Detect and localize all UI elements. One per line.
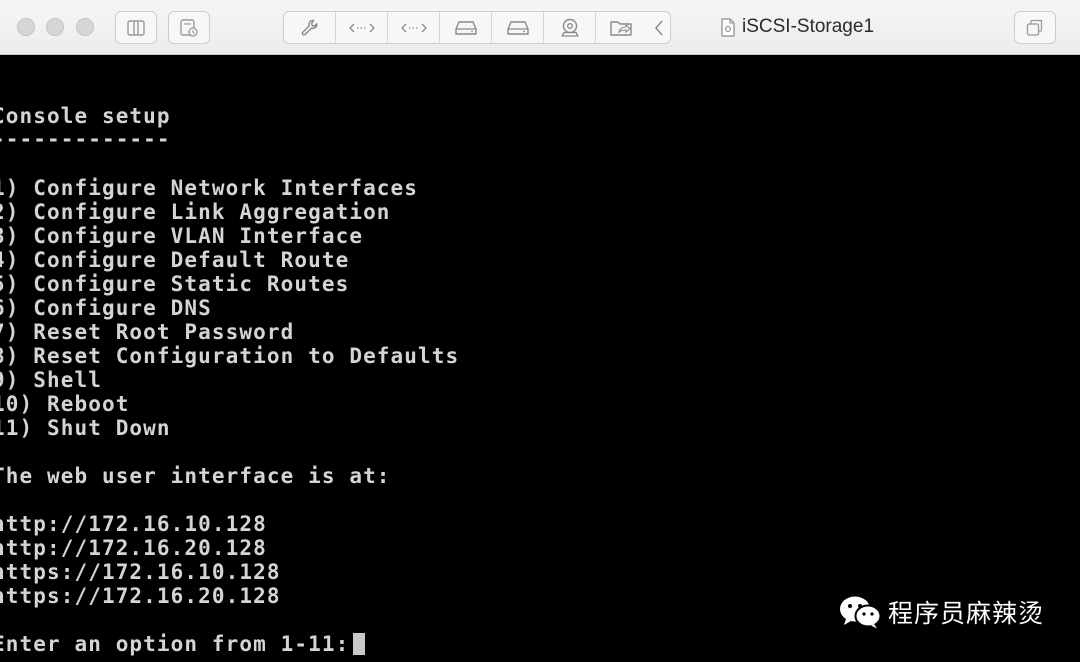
wechat-icon — [838, 594, 882, 630]
menu-option: 9) Shell — [0, 368, 102, 392]
hard-disk-2-button[interactable] — [492, 12, 544, 43]
web-ui-url: http://172.16.10.128 — [0, 512, 267, 536]
web-ui-label: The web user interface is at: — [0, 464, 391, 488]
menu-option: 3) Configure VLAN Interface — [0, 224, 364, 248]
zoom-window-button[interactable] — [76, 18, 94, 36]
fullscreen-icon — [1026, 19, 1044, 37]
hard-disk-icon — [454, 20, 477, 36]
code-arrows-icon — [400, 22, 427, 34]
window-title: iSCSI-Storage1 — [720, 15, 874, 39]
snapshot-icon — [179, 18, 199, 38]
vm-console[interactable]: Console setup ------------- 1) Configure… — [0, 56, 1080, 662]
chevron-left-icon — [654, 19, 664, 37]
network-adapter-2-button[interactable] — [388, 12, 440, 43]
document-icon — [720, 17, 736, 37]
device-toolbar — [283, 11, 671, 44]
sidebar-toggle-icon — [127, 19, 145, 36]
menu-option: 7) Reset Root Password — [0, 320, 295, 344]
hard-disk-1-button[interactable] — [440, 12, 492, 43]
menu-option: 4) Configure Default Route — [0, 248, 350, 272]
shared-folder-icon — [610, 19, 634, 37]
menu-option: 8) Reset Configuration to Defaults — [0, 344, 460, 368]
option-prompt-line[interactable]: Enter an option from 1-11: — [0, 632, 366, 656]
minimize-window-button[interactable] — [46, 18, 64, 36]
code-arrows-icon — [348, 22, 375, 34]
option-prompt: Enter an option from 1-11: — [0, 632, 350, 656]
vm-window: iSCSI-Storage1 Console setup -----------… — [0, 0, 1080, 662]
settings-button[interactable] — [284, 12, 336, 43]
menu-option: 10) Reboot — [0, 392, 130, 416]
web-ui-url: http://172.16.20.128 — [0, 536, 267, 560]
menu-option: 5) Configure Static Routes — [0, 272, 350, 296]
watermark: 程序员麻辣烫 — [838, 592, 1044, 632]
watermark-text: 程序员麻辣烫 — [888, 599, 1045, 628]
menu-option: 6) Configure DNS — [0, 296, 212, 320]
shared-folder-button[interactable] — [596, 12, 648, 43]
webcam-icon — [559, 18, 581, 38]
fullscreen-button[interactable] — [1014, 11, 1056, 44]
toolbar-collapse-button[interactable] — [648, 12, 670, 43]
console-heading: Console setup — [0, 104, 171, 128]
menu-option: 2) Configure Link Aggregation — [0, 200, 391, 224]
text-cursor — [353, 633, 366, 655]
close-window-button[interactable] — [17, 18, 35, 36]
menu-option: 1) Configure Network Interfaces — [0, 176, 419, 200]
camera-button[interactable] — [544, 12, 596, 43]
console-heading-underline: ------------- — [0, 127, 171, 151]
network-adapter-1-button[interactable] — [336, 12, 388, 43]
menu-option: 11) Shut Down — [0, 416, 171, 440]
snapshot-button[interactable] — [168, 11, 210, 44]
hard-disk-icon — [506, 20, 529, 36]
title-bar: iSCSI-Storage1 — [0, 0, 1080, 55]
web-ui-url: https://172.16.10.128 — [0, 560, 281, 584]
wrench-icon — [300, 18, 320, 38]
web-ui-url: https://172.16.20.128 — [0, 584, 281, 608]
window-title-text: iSCSI-Storage1 — [742, 16, 875, 37]
sidebar-toggle-button[interactable] — [115, 11, 157, 44]
